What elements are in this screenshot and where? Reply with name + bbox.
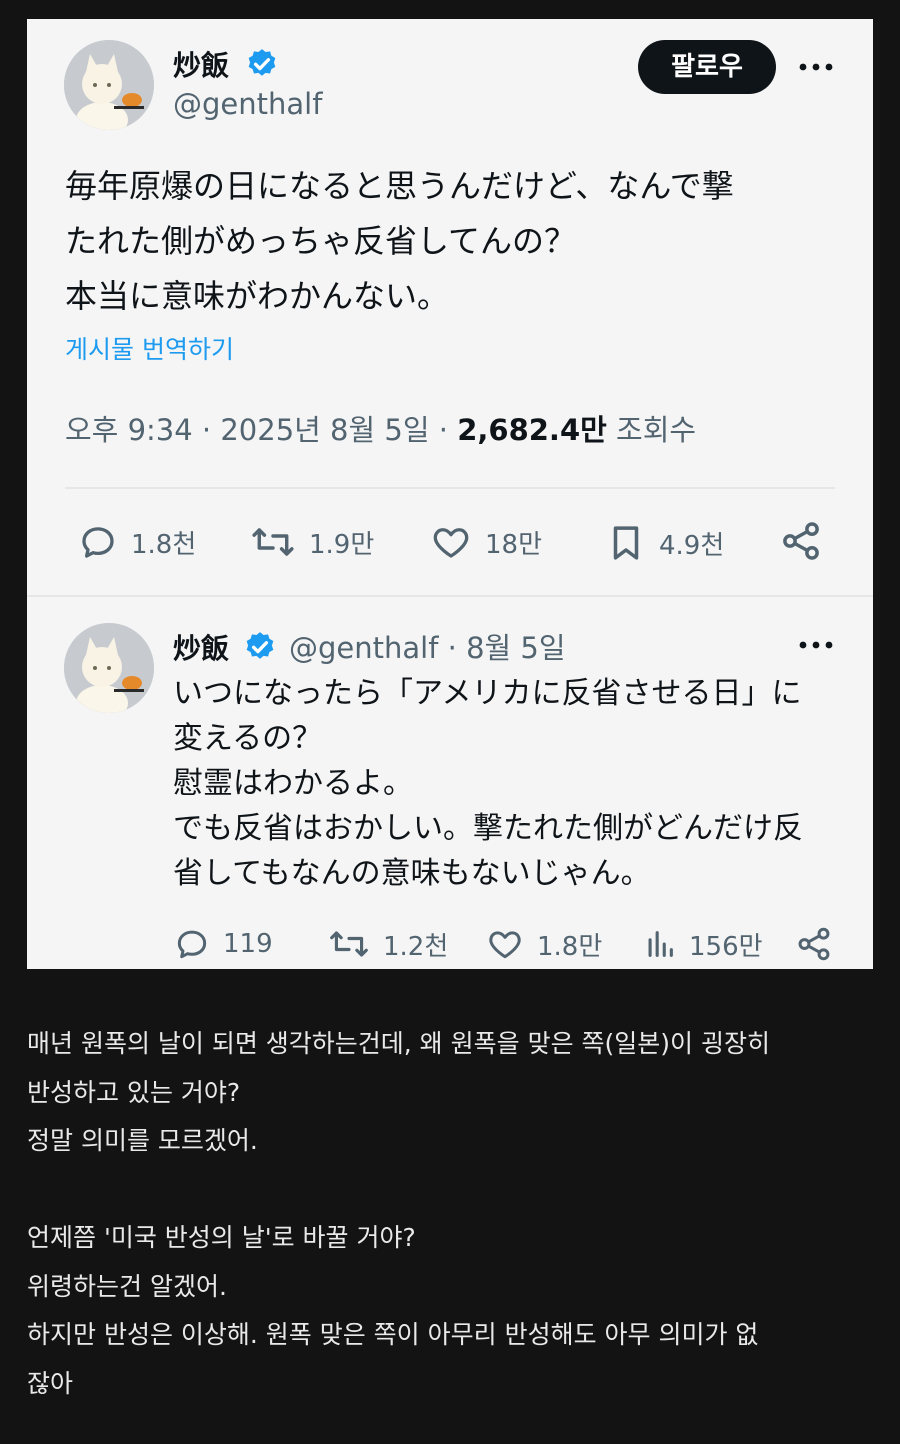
tweet-text: 毎年原爆の日になると思うんだけど、なんで撃 たれた側がめっちゃ反省してんの？ 本…	[65, 167, 734, 315]
meta-separator: ·	[201, 413, 221, 447]
author-handle[interactable]: @genthalf	[173, 87, 322, 121]
reply-text: いつになったら「アメリカに反省させる日」に 変えるの？ 慰霊はわかるよ。 でも反…	[173, 676, 803, 891]
tweet-time[interactable]: 오후 9:34	[65, 413, 193, 447]
reply-author-avatar[interactable]	[64, 623, 154, 713]
reply-retweet-count: 1.2천	[383, 931, 449, 962]
meta-separator: ·	[447, 631, 467, 665]
heart-icon	[433, 528, 469, 558]
retweet-button[interactable]: 1.9만	[249, 521, 374, 563]
share-icon	[783, 522, 819, 560]
reply-author-name[interactable]: 炒飯	[173, 627, 229, 667]
verified-badge-icon	[246, 632, 274, 659]
reply-share-button[interactable]	[795, 925, 833, 963]
reply-like-count: 1.8만	[537, 931, 603, 962]
like-count: 18만	[485, 529, 543, 560]
translate-post-link[interactable]: 게시물 번역하기	[65, 330, 234, 366]
reply-reply-button[interactable]: 119	[173, 925, 273, 963]
tweet-separator	[27, 595, 873, 597]
views-bar-icon	[648, 931, 673, 957]
tweet-meta: 오후 9:34 · 2025년 8월 5일 · 2,682.4만 조회수	[65, 407, 696, 449]
views-label: 조회수	[616, 413, 697, 447]
reply-icon	[177, 930, 207, 959]
cat-figure-avatar-image	[64, 40, 154, 130]
tweet-date[interactable]: 2025년 8월 5일	[220, 413, 429, 447]
retweet-icon	[252, 528, 294, 556]
bookmark-button[interactable]: 4.9천	[605, 521, 724, 565]
korean-translation-text: 매년 원폭의 날이 되면 생각하는건데, 왜 원폭을 맞은 쪽(일본)이 굉장히…	[27, 1029, 770, 1398]
share-button[interactable]	[779, 519, 823, 563]
reply-views-count: 156만	[689, 931, 763, 962]
reply-icon	[82, 527, 114, 558]
reply-handle-date: @genthalf · 8월 5일	[289, 625, 566, 667]
more-dots-icon[interactable]	[798, 61, 834, 73]
reply-reply-count: 119	[223, 929, 273, 959]
tweet-card: 炒飯 @genthalf 팔로우 毎年原爆の日になると思うんだけど、なんで撃 た…	[27, 19, 873, 969]
reply-like-button[interactable]: 1.8만	[485, 925, 602, 963]
views-count: 2,682.4만	[457, 413, 607, 447]
more-dots-icon[interactable]	[798, 639, 834, 651]
follow-button[interactable]: 팔로우	[638, 40, 776, 94]
heart-icon	[489, 931, 521, 959]
meta-separator: ·	[438, 413, 458, 447]
share-icon	[798, 927, 830, 961]
author-name[interactable]: 炒飯	[173, 44, 229, 84]
reply-button[interactable]: 1.8천	[77, 521, 196, 563]
reply-retweet-button[interactable]: 1.2천	[327, 925, 448, 963]
retweet-count: 1.9만	[309, 529, 375, 560]
reply-author-handle[interactable]: @genthalf	[289, 631, 438, 665]
like-button[interactable]: 18만	[429, 521, 542, 563]
stats-divider	[65, 487, 835, 489]
verified-badge-icon	[248, 49, 276, 76]
reply-count: 1.8천	[131, 529, 197, 560]
reply-views-button[interactable]: 156만	[643, 925, 763, 963]
cat-figure-avatar-image	[64, 623, 154, 713]
author-avatar[interactable]	[64, 40, 154, 130]
retweet-icon	[330, 931, 368, 957]
reply-date[interactable]: 8월 5일	[466, 631, 565, 665]
bookmark-count: 4.9천	[659, 530, 725, 561]
bookmark-icon	[613, 526, 639, 560]
